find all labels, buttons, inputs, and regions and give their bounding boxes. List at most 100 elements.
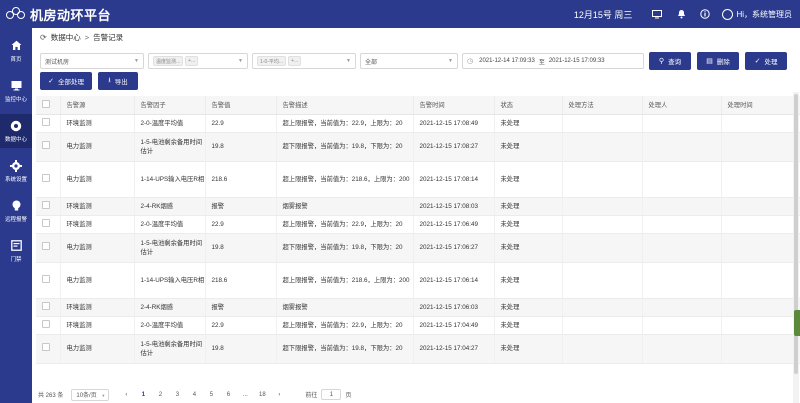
delete-button[interactable]: ▤ 删除	[697, 52, 739, 70]
column-header[interactable]: 告警源	[60, 96, 135, 115]
vertical-scrollbar[interactable]	[793, 92, 799, 403]
page-button[interactable]: 2	[153, 392, 167, 398]
export-button[interactable]: ⭳ 导出	[98, 72, 138, 90]
device-tag[interactable]: 温度监测...	[153, 56, 184, 66]
handle-all-button[interactable]: ✓ 全部处理	[40, 72, 92, 90]
cell-method	[562, 161, 643, 198]
room-select[interactable]: 测试机房 ▼	[40, 53, 144, 69]
device-select[interactable]: 温度监测... +... ▼	[148, 53, 248, 69]
cell-desc: 超下限报警，当前值为：19.8，下限为：20	[276, 334, 414, 364]
device-more-tag: +...	[185, 56, 199, 66]
column-header[interactable]: 告警描述	[276, 96, 414, 115]
sidebar-item-label: 数据中心	[4, 136, 27, 143]
cell-handle-time	[721, 233, 800, 263]
refresh-icon[interactable]: ⟳	[40, 33, 47, 42]
sidebar-item-remote-alarm[interactable]: 远程报警	[0, 194, 32, 228]
page-size-value: 10条/页	[76, 393, 97, 399]
page-button[interactable]: 1	[136, 392, 150, 398]
row-checkbox[interactable]	[36, 197, 61, 216]
page-size-select[interactable]: 10条/页 ▼	[71, 388, 110, 401]
row-checkbox[interactable]	[36, 316, 61, 335]
next-page-button[interactable]: ›	[272, 392, 286, 398]
sidebar-item-settings[interactable]: 系统设置	[0, 154, 32, 188]
page-button[interactable]: 18	[255, 392, 269, 398]
column-header[interactable]: 处理时间	[721, 96, 800, 115]
page-button[interactable]: 3	[170, 392, 184, 398]
cell-value: 22.9	[205, 114, 277, 133]
sidebar-item-label: 系统设置	[4, 176, 27, 183]
row-checkbox[interactable]	[36, 215, 61, 234]
table-row[interactable]: 环境监测 2-0-温度平均值 22.9 超上限报警，当前值为：22.9，上限为：…	[36, 114, 800, 133]
column-header[interactable]: 告警值	[205, 96, 277, 115]
cell-handle-time	[721, 316, 800, 335]
screen-icon[interactable]	[650, 7, 664, 21]
row-checkbox[interactable]	[36, 262, 61, 299]
select-all-checkbox[interactable]	[36, 96, 61, 115]
cell-time: 2021-12-15 17:06:27	[413, 233, 495, 263]
row-checkbox[interactable]	[36, 298, 61, 317]
column-header[interactable]: 状态	[494, 96, 563, 115]
goto-page-input[interactable]: 1	[321, 389, 342, 400]
factor-select[interactable]: 1-0-平均... +... ▼	[252, 53, 356, 69]
cell-value: 19.8	[205, 132, 277, 162]
cell-value: 218.6	[205, 262, 277, 299]
cell-time: 2021-12-15 17:08:14	[413, 161, 495, 198]
date-start[interactable]: 2021-12-14 17:09:33	[479, 58, 535, 64]
cell-source: 电力监测	[60, 161, 135, 198]
table-row[interactable]: 环境监测 2-0-温度平均值 22.9 超上限报警，当前值为：22.9，上限为：…	[36, 316, 800, 335]
row-checkbox[interactable]	[36, 161, 61, 198]
table-row[interactable]: 环境监测 2-4-RK烟感 报警 烟雾报警 2021-12-15 17:06:0…	[36, 298, 800, 317]
sidebar-item-access[interactable]: 门禁	[0, 234, 32, 268]
table-row[interactable]: 电力监测 1-5-电池剩余备用时间估计 19.8 超下限报警，当前值为：19.8…	[36, 132, 800, 162]
date-separator: 至	[538, 59, 545, 66]
table-row[interactable]: 电力监测 1-5-电池剩余备用时间估计 19.8 超下限报警，当前值为：19.8…	[36, 334, 800, 364]
info-icon[interactable]	[698, 7, 712, 21]
page-button[interactable]: 4	[187, 392, 201, 398]
factor-tag[interactable]: 1-0-平均...	[257, 56, 287, 66]
handle-button[interactable]: ✓ 处理	[745, 52, 787, 70]
cell-handler	[642, 316, 722, 335]
column-header[interactable]: 处理人	[642, 96, 722, 115]
status-select[interactable]: 全部 ▼	[360, 53, 458, 69]
user-name[interactable]: Hi，系统管理员	[736, 9, 792, 20]
main-content: ⟳ 数据中心 > 告警记录 测试机房 ▼ 温度监测... +... ▼ 1-0-…	[32, 28, 800, 403]
prev-page-button[interactable]: ‹	[119, 392, 133, 398]
breadcrumb-parent[interactable]: 数据中心	[51, 32, 81, 43]
sidebar-item-home[interactable]: 首页	[0, 34, 32, 68]
sidebar-item-monitor[interactable]: 监控中心	[0, 74, 32, 108]
column-header[interactable]: 告警时间	[413, 96, 495, 115]
handle-button-label: 处理	[764, 59, 778, 66]
row-checkbox[interactable]	[36, 233, 61, 263]
cell-method	[562, 215, 643, 234]
page-ellipsis[interactable]: ...	[238, 392, 252, 398]
table-row[interactable]: 电力监测 1-5-电池剩余备用时间估计 19.8 超下限报警，当前值为：19.8…	[36, 233, 800, 263]
table-row[interactable]: 电力监测 1-14-UPS输入电压R相 218.6 超上限报警，当前值为：218…	[36, 262, 800, 299]
cell-time: 2021-12-15 17:08:03	[413, 197, 495, 216]
row-checkbox[interactable]	[36, 334, 61, 364]
cell-status: 未处理	[494, 114, 563, 133]
date-end[interactable]: 2021-12-15 17:09:33	[549, 58, 605, 64]
column-header[interactable]: 告警因子	[134, 96, 206, 115]
table-header-row: 告警源 告警因子 告警值 告警描述 告警时间 状态 处理方法 处理人 处理时间	[36, 96, 800, 115]
header-date: 12月15号 周三	[573, 9, 633, 20]
check-icon: ✓	[48, 78, 54, 85]
side-float-tab[interactable]	[794, 310, 800, 336]
table-row[interactable]: 环境监测 2-4-RK烟感 报警 烟雾报警 2021-12-15 17:08:0…	[36, 197, 800, 216]
bell-icon[interactable]	[674, 7, 688, 21]
cell-handler	[642, 233, 722, 263]
avatar[interactable]	[722, 8, 734, 20]
status-select-value: 全部	[365, 59, 378, 66]
table-row[interactable]: 环境监测 2-0-温度平均值 22.9 超上限报警，当前值为：22.9，上限为：…	[36, 215, 800, 234]
cell-handler	[642, 334, 722, 364]
column-header[interactable]: 处理方法	[562, 96, 643, 115]
sidebar-item-data-center[interactable]: 数据中心	[0, 114, 32, 148]
page-button[interactable]: 6	[221, 392, 235, 398]
query-button[interactable]: ⚲ 查询	[649, 52, 691, 70]
date-range-picker[interactable]: ◷ 2021-12-14 17:09:33 至 2021-12-15 17:09…	[462, 53, 644, 69]
row-checkbox[interactable]	[36, 132, 61, 162]
table-row[interactable]: 电力监测 1-14-UPS输入电压R相 218.6 超上限报警，当前值为：218…	[36, 161, 800, 198]
row-checkbox[interactable]	[36, 114, 61, 133]
cell-value: 22.9	[205, 215, 277, 234]
page-button[interactable]: 5	[204, 392, 218, 398]
cell-desc: 超上限报警，当前值为：218.6，上限为：200	[276, 161, 414, 198]
